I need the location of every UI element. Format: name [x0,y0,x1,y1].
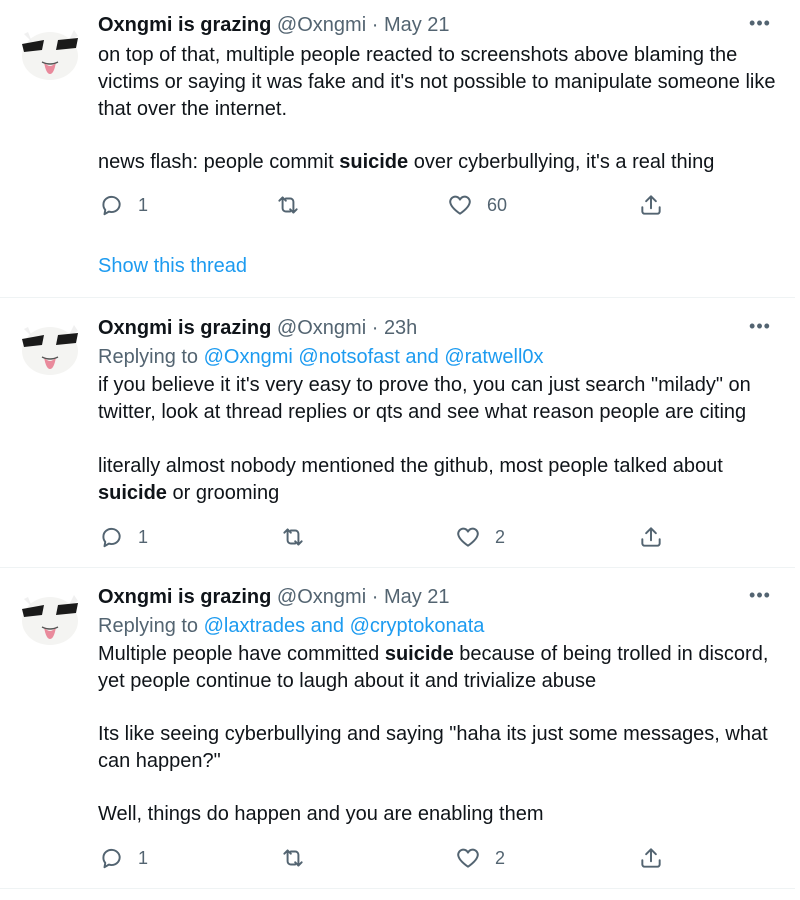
reply-button[interactable]: 1 [98,845,148,871]
share-icon [641,848,661,868]
share-button[interactable] [638,192,664,218]
display-name[interactable]: Oxngmi is grazing [98,317,271,339]
share-button[interactable] [638,524,664,550]
more-icon[interactable]: ••• [748,317,772,339]
display-name[interactable]: Oxngmi is grazing [98,14,271,36]
heart-icon [457,848,479,868]
more-icon[interactable]: ••• [748,14,772,36]
tweet-text-paragraph: Multiple people have committed suicide b… [98,643,769,692]
tweet-text-paragraph: on top of that, multiple people reacted … [98,44,776,120]
avatar[interactable] [18,22,82,86]
retweet-button[interactable] [275,192,315,218]
reply-icon [102,848,121,869]
reply-icon [102,195,121,216]
tweet-text-paragraph: news flash: people commit suicide over c… [98,151,715,173]
avatar[interactable] [18,587,82,651]
separator: · [371,586,379,608]
tweet-text-paragraph: if you believe it it's very easy to prov… [98,374,751,423]
like-button[interactable]: 2 [455,524,505,550]
timestamp[interactable]: 23h [384,317,417,339]
show-thread-link[interactable]: Show this thread [98,253,247,279]
retweet-icon [283,528,303,546]
share-button[interactable] [638,845,664,871]
tweet-header: Oxngmi is grazing @Oxngmi · 23h [98,315,417,341]
avatar[interactable] [18,317,82,381]
replying-to: Replying to @Oxngmi @notsofast and @ratw… [98,346,544,368]
separator: · [371,14,379,36]
like-count: 2 [495,526,506,547]
like-button[interactable]: 60 [447,192,507,218]
retweet-icon [278,196,298,214]
share-icon [641,527,661,547]
replying-to-handles[interactable]: @Oxngmi @notsofast and @ratwell0x [204,346,544,368]
user-handle[interactable]: @Oxngmi [277,586,366,608]
replying-to: Replying to @laxtrades and @cryptokonata [98,615,485,637]
reply-icon [102,527,121,548]
like-count: 2 [495,847,506,868]
heart-icon [457,527,479,547]
tweet-header: Oxngmi is grazing @Oxngmi · May 21 [98,12,450,38]
separator: · [371,317,379,339]
reply-button[interactable]: 1 [98,524,148,550]
tweet[interactable]: Oxngmi is grazing @Oxngmi · May 21 ••• R… [0,569,795,889]
heart-icon [449,195,471,215]
timestamp[interactable]: May 21 [384,586,450,608]
retweet-button[interactable] [280,845,320,871]
reply-count: 1 [138,526,149,547]
tweet[interactable]: Oxngmi is grazing @Oxngmi · 23h ••• Repl… [0,299,795,568]
replying-to-handles[interactable]: @laxtrades and @cryptokonata [204,615,485,637]
like-count: 60 [487,194,508,215]
reply-count: 1 [138,847,149,868]
reply-count: 1 [138,194,149,215]
timestamp[interactable]: May 21 [384,14,450,36]
user-handle[interactable]: @Oxngmi [277,14,366,36]
display-name[interactable]: Oxngmi is grazing [98,586,271,608]
retweet-button[interactable] [280,524,320,550]
like-button[interactable]: 2 [455,845,505,871]
more-icon[interactable]: ••• [748,586,772,608]
tweet-text-paragraph: literally almost nobody mentioned the gi… [98,455,723,504]
tweet[interactable]: Oxngmi is grazing @Oxngmi · May 21 ••• o… [0,0,795,298]
reply-button[interactable]: 1 [98,192,148,218]
user-handle[interactable]: @Oxngmi [277,317,366,339]
tweet-text-paragraph: Its like seeing cyberbullying and saying… [98,723,768,772]
share-icon [641,195,661,215]
tweet-header: Oxngmi is grazing @Oxngmi · May 21 [98,584,450,610]
retweet-icon [283,849,303,867]
tweet-text-paragraph: Well, things do happen and you are enabl… [98,803,544,825]
